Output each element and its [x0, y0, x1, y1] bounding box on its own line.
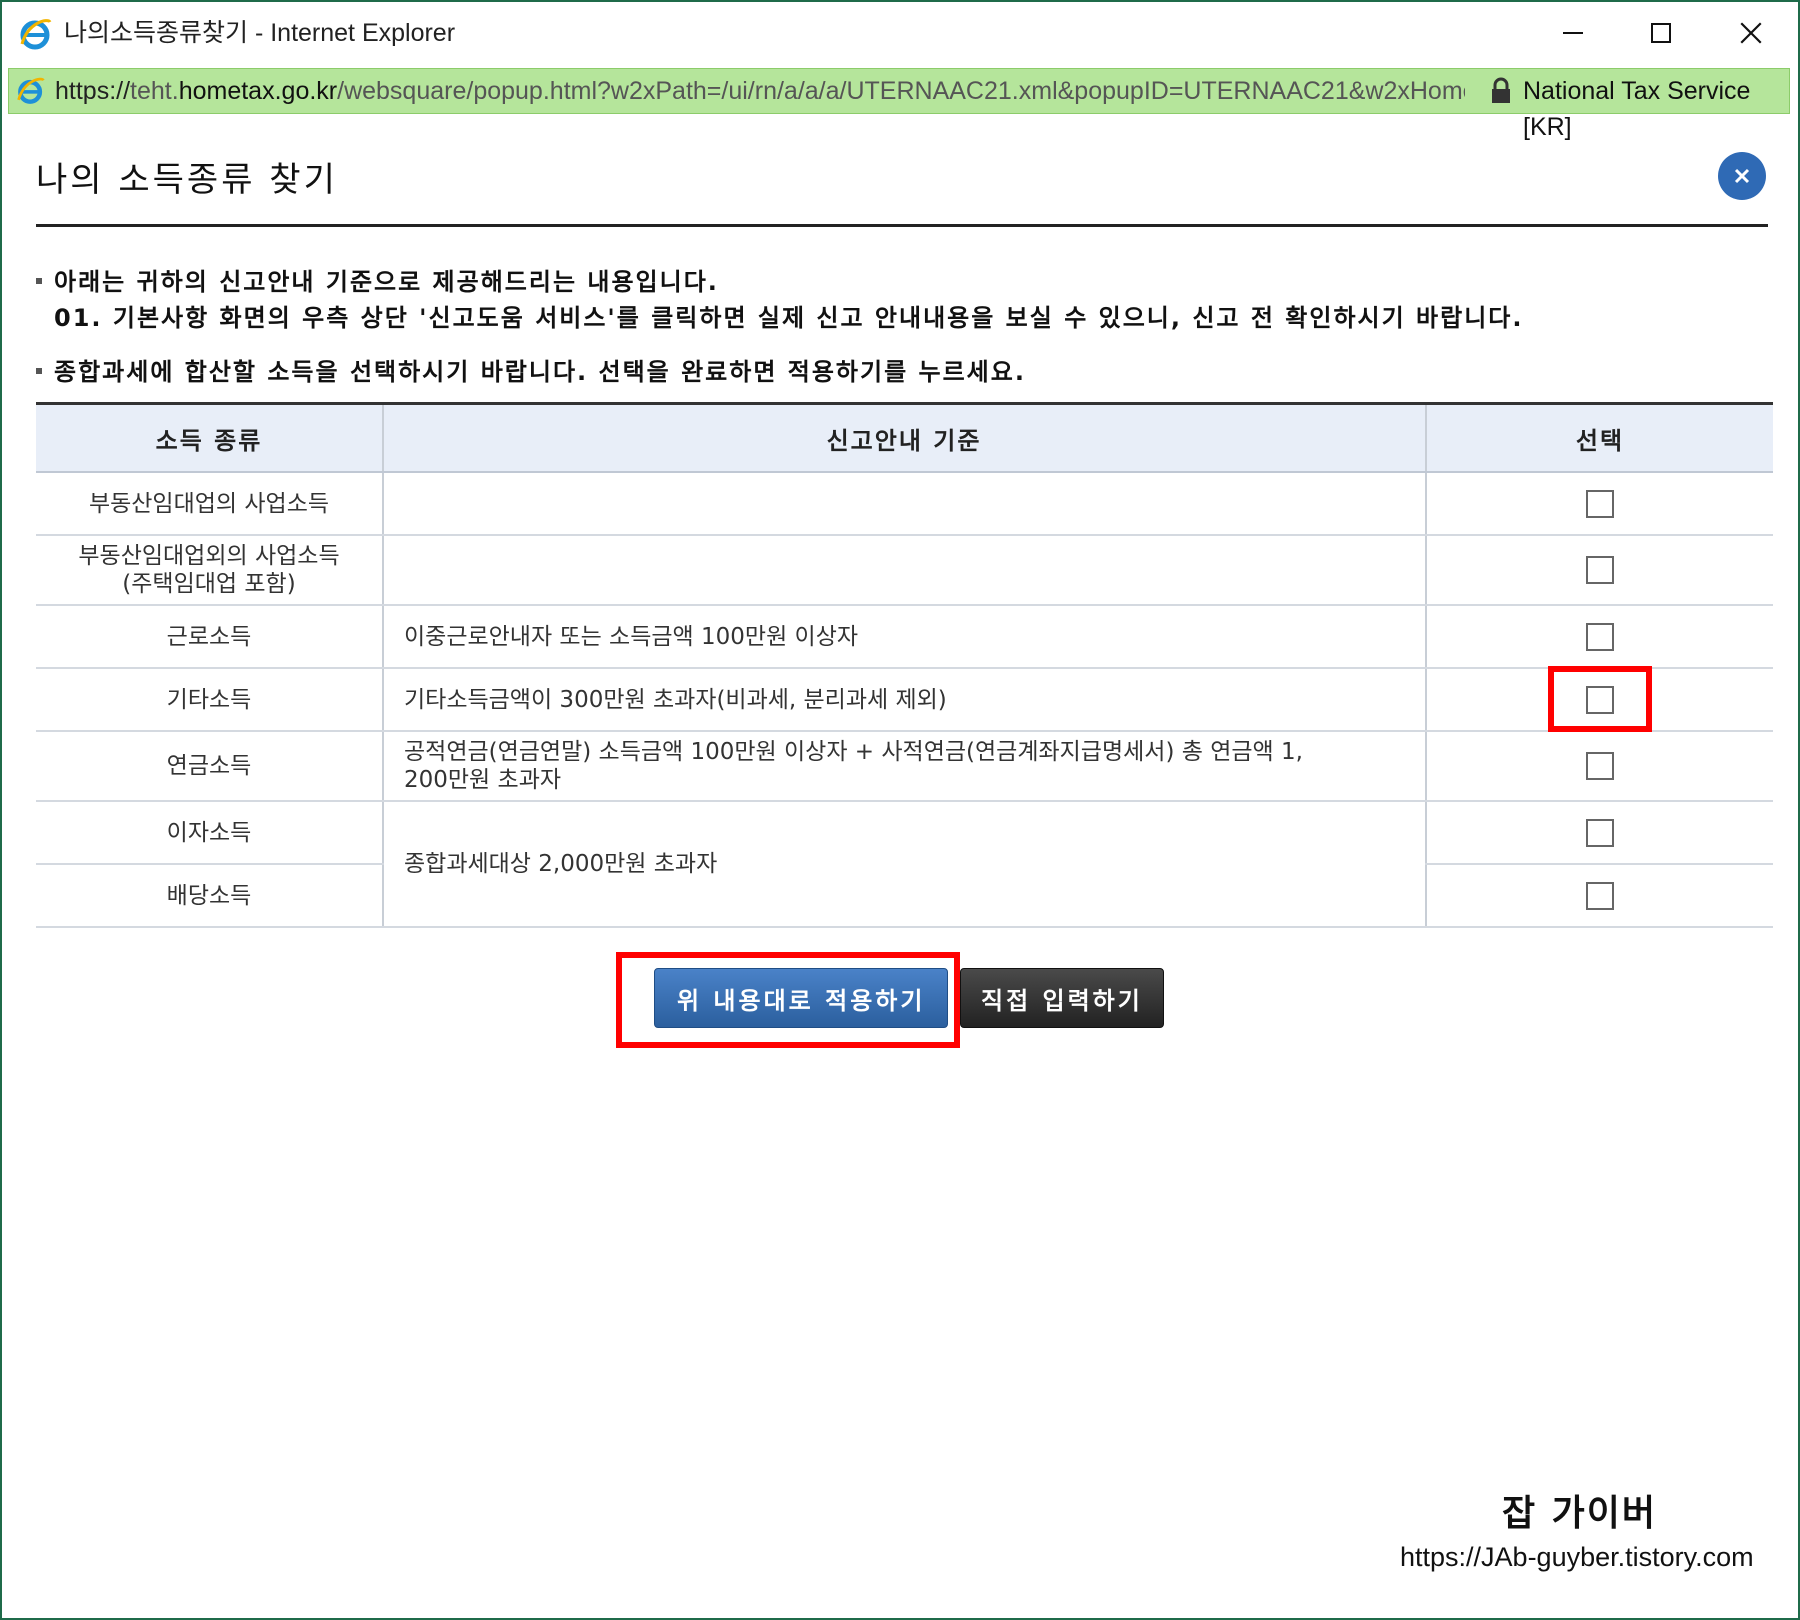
standard-cell: 이중근로안내자 또는 소득금액 100만원 이상자 — [382, 605, 1426, 669]
checkbox-dividend-income[interactable] — [1586, 881, 1614, 910]
income-type-cell: 연금소득 — [36, 731, 383, 802]
internet-explorer-icon — [20, 19, 52, 50]
select-cell — [1425, 472, 1773, 536]
ie-window: 나의소득종류찾기 - Internet Explorer https://teh… — [0, 0, 1800, 1620]
url-host-prefix: teht. — [130, 77, 179, 105]
checkbox-other-income[interactable] — [1586, 685, 1614, 714]
income-type-table: 소득 종류 신고안내 기준 선택 부동산임대업의 사업소득 부동산임대업외의 사… — [36, 402, 1773, 928]
standard-cell — [382, 472, 1426, 536]
income-type-cell: 부동산임대업의 사업소득 — [36, 472, 383, 536]
url-field[interactable]: https://teht.hometax.go.kr/websquare/pop… — [55, 73, 1465, 109]
table-row: 부동산임대업의 사업소득 — [36, 472, 1773, 536]
table-row: 근로소득 이중근로안내자 또는 소득금액 100만원 이상자 — [36, 605, 1773, 669]
select-cell — [1425, 605, 1773, 669]
address-bar[interactable]: https://teht.hometax.go.kr/websquare/pop… — [8, 68, 1790, 141]
income-type-cell: 기타소득 — [36, 668, 383, 732]
checkbox-earned-income[interactable] — [1586, 622, 1614, 651]
checkbox-pension-income[interactable] — [1586, 752, 1614, 781]
title-bar: 나의소득종류찾기 - Internet Explorer — [2, 2, 1798, 64]
internet-explorer-icon — [17, 77, 45, 104]
standard-cell — [382, 535, 1426, 606]
close-window-button[interactable] — [1716, 10, 1786, 56]
close-icon — [1734, 168, 1750, 184]
checkbox-interest-income[interactable] — [1586, 818, 1614, 847]
header-select: 선택 — [1425, 402, 1773, 473]
dialog-title: 나의 소득종류 찾기 — [36, 160, 338, 200]
url-host: hometax.go.kr — [178, 77, 338, 105]
standard-line1: 공적연금(연금연말) 소득금액 100만원 이상자 + 사적연금(연금계좌지급명… — [404, 739, 1303, 765]
direct-input-button[interactable]: 직접 입력하기 — [960, 968, 1164, 1028]
notice-select-text: 종합과세에 합산할 소득을 선택하시기 바랍니다. 선택을 완료하면 적용하기를… — [54, 358, 1026, 386]
select-cell — [1425, 668, 1773, 732]
maximize-button[interactable] — [1626, 10, 1696, 56]
income-type-line1: 부동산임대업외의 사업소득 — [78, 543, 340, 569]
select-cell — [1425, 535, 1773, 606]
income-type-cell: 근로소득 — [36, 605, 383, 669]
select-cell — [1425, 864, 1773, 928]
table-row: 연금소득 공적연금(연금연말) 소득금액 100만원 이상자 + 사적연금(연금… — [36, 731, 1773, 802]
standard-line2: 200만원 초과자 — [404, 767, 562, 793]
notice-guide: 아래는 귀하의 신고안내 기준으로 제공해드리는 내용입니다. 01. 기본사항… — [36, 264, 1524, 336]
url-scheme: https:// — [55, 77, 131, 105]
income-type-cell: 이자소득 — [36, 801, 383, 865]
checkbox-other-business[interactable] — [1586, 556, 1614, 585]
select-cell — [1425, 731, 1773, 802]
lock-icon — [1492, 77, 1510, 103]
table-header-row: 소득 종류 신고안내 기준 선택 — [36, 402, 1773, 473]
title-divider — [36, 224, 1768, 227]
window-title: 나의소득종류찾기 - Internet Explorer — [64, 19, 456, 47]
close-icon — [1740, 22, 1762, 44]
income-type-cell: 부동산임대업외의 사업소득 (주택임대업 포함) — [36, 535, 383, 606]
header-income-type: 소득 종류 — [36, 402, 383, 473]
minimize-icon — [1563, 32, 1583, 34]
dialog-close-button[interactable] — [1718, 152, 1766, 200]
table-row: 부동산임대업외의 사업소득 (주택임대업 포함) — [36, 535, 1773, 606]
standard-cell: 공적연금(연금연말) 소득금액 100만원 이상자 + 사적연금(연금계좌지급명… — [382, 731, 1426, 802]
apply-button[interactable]: 위 내용대로 적용하기 — [654, 968, 949, 1028]
income-type-cell: 배당소득 — [36, 864, 383, 928]
minimize-button[interactable] — [1538, 10, 1608, 56]
maximize-icon — [1651, 23, 1671, 43]
table-row: 기타소득 기타소득금액이 300만원 초과자(비과세, 분리과세 제외) — [36, 668, 1773, 732]
notice-guide-line1: 아래는 귀하의 신고안내 기준으로 제공해드리는 내용입니다. — [54, 268, 719, 296]
bullet-icon — [36, 278, 42, 284]
notice-select: 종합과세에 합산할 소득을 선택하시기 바랍니다. 선택을 완료하면 적용하기를… — [36, 354, 1026, 390]
select-cell — [1425, 801, 1773, 865]
watermark-name: 잡 가이버 — [1502, 1493, 1658, 1534]
notice-guide-line2: 01. 기본사항 화면의 우측 상단 '신고도움 서비스'를 클릭하면 실제 신… — [54, 304, 1524, 332]
table-row: 이자소득 종합과세대상 2,000만원 초과자 — [36, 801, 1773, 928]
standard-cell-merged: 종합과세대상 2,000만원 초과자 — [382, 801, 1426, 928]
url-path: /websquare/popup.html?w2xPath=/ui/rn/a/a… — [337, 77, 1465, 105]
watermark-url: https://JAb-guyber.tistory.com — [1400, 1542, 1754, 1572]
header-report-standard: 신고안내 기준 — [382, 402, 1426, 473]
bullet-icon — [36, 368, 42, 374]
standard-cell: 기타소득금액이 300만원 초과자(비과세, 분리과세 제외) — [382, 668, 1426, 732]
site-identity[interactable]: National Tax Service [KR] — [1523, 73, 1789, 145]
income-type-line2: (주택임대업 포함) — [122, 571, 296, 597]
checkbox-real-estate-business[interactable] — [1586, 489, 1614, 518]
